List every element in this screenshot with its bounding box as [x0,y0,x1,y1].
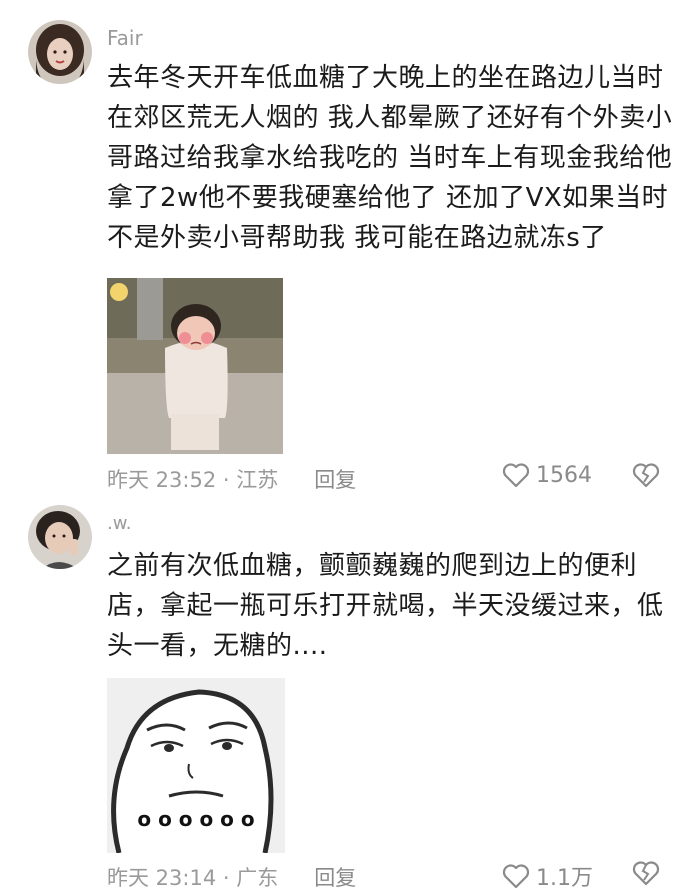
timestamp-location: 昨天 23:14 · 广东 [107,866,279,889]
avatar[interactable] [28,505,92,569]
comment-text: 之前有次低血糖，颤颤巍巍的爬到边上的便利 店，拿起一瓶可乐打开就喝，半天没缓过来… [107,546,667,666]
broken-heart-icon [632,463,660,488]
like-button[interactable]: 1.1万 [502,860,593,889]
reply-button[interactable]: 回复 [314,464,356,494]
dislike-button[interactable] [632,860,660,889]
meme-caption: o o o o o o [137,807,254,831]
dislike-button[interactable] [632,462,660,492]
avatar[interactable] [28,20,92,84]
like-count: 1.1万 [536,866,593,889]
comment-line: 去年冬天开车低血糖了大晚上的坐在路边儿当时 [107,63,664,93]
comment-line: 在郊区荒无人烟的 我人都晕厥了还好有个外卖小 [107,103,673,133]
timestamp-location: 昨天 23:52 · 江苏 [107,468,279,492]
comment-image[interactable]: o o o o o o [107,678,285,853]
comment-line: 拿了2w他不要我硬塞给他了 还加了VX如果当时 [107,183,669,213]
like-count: 1564 [536,462,592,488]
reply-button[interactable]: 回复 [314,862,356,889]
comment-line: 店，拿起一瓶可乐打开就喝，半天没缓过来，低 [107,591,664,621]
comment-line: 不是外卖小哥帮助我 我可能在路边就冻s了 [107,223,607,253]
comment-text: 去年冬天开车低血糖了大晚上的坐在路边儿当时 在郊区荒无人烟的 我人都晕厥了还好有… [107,58,673,258]
username[interactable]: .w. [107,513,132,534]
broken-heart-icon [632,861,660,886]
comment-line: 头一看，无糖的.... [107,631,328,661]
comment-meta: 昨天 23:52 · 江苏 回复 [107,464,356,494]
comment-meta: 昨天 23:14 · 广东 回复 [107,862,356,889]
heart-outline-icon [502,463,530,488]
comment-line: 哥路过给我拿水给我吃的 当时车上有现金我给他 [107,143,673,173]
comment-image[interactable] [107,278,283,454]
username[interactable]: Fair [107,26,143,50]
comment-line: 之前有次低血糖，颤颤巍巍的爬到边上的便利 [107,551,638,581]
like-button[interactable]: 1564 [502,462,592,488]
heart-outline-icon [502,864,530,889]
